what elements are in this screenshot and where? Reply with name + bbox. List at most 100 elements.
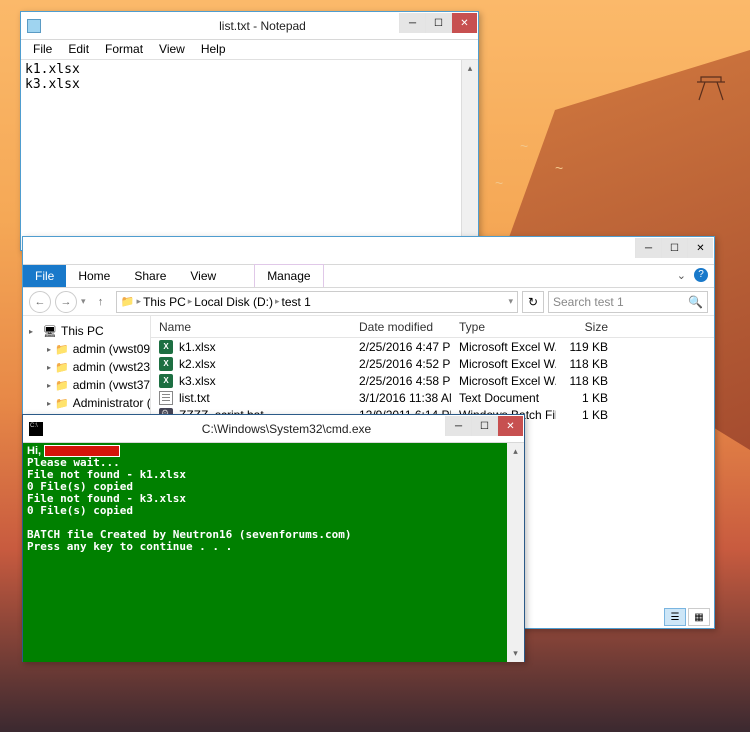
cmd-scrollbar[interactable]: ▴ ▾ (507, 443, 524, 662)
tree-label: admin (vwst23) (73, 360, 151, 374)
cmd-icon (29, 422, 43, 436)
tree-expand-icon[interactable]: ▸ (47, 363, 51, 372)
view-icons-button[interactable]: ▦ (688, 608, 710, 626)
column-headers: Name Date modified Type Size (151, 316, 714, 338)
minimize-button[interactable]: ─ (399, 13, 425, 33)
maximize-button[interactable]: ☐ (661, 238, 687, 258)
col-type[interactable]: Type (451, 316, 556, 337)
file-size: 1 KB (556, 391, 616, 405)
up-button[interactable]: ↑ (90, 291, 112, 313)
tab-home[interactable]: Home (66, 265, 122, 287)
excel-icon (159, 357, 173, 371)
search-placeholder: Search test 1 (553, 295, 624, 309)
tree-expand-icon[interactable]: ▸ (47, 399, 51, 408)
file-type: Text Document (451, 391, 556, 405)
maximize-button[interactable]: ☐ (425, 13, 451, 33)
cmd-titlebar[interactable]: C:\Windows\System32\cmd.exe ─ ☐ ✕ (23, 415, 524, 443)
cmd-output: Hi, Please wait... File not found - k1.x… (23, 443, 524, 555)
breadcrumb-drive[interactable]: Local Disk (D:) (194, 295, 273, 309)
notepad-menubar: File Edit Format View Help (21, 40, 478, 60)
menu-help[interactable]: Help (193, 40, 234, 59)
tree-expand-icon[interactable]: ▸ (47, 381, 51, 390)
pc-icon (43, 324, 57, 338)
tab-share[interactable]: Share (122, 265, 178, 287)
close-button[interactable]: ✕ (451, 13, 477, 33)
col-date[interactable]: Date modified (351, 316, 451, 337)
search-input[interactable]: Search test 1 🔍 (548, 291, 708, 313)
maximize-button[interactable]: ☐ (471, 416, 497, 436)
menu-edit[interactable]: Edit (60, 40, 97, 59)
cmd-window: C:\Windows\System32\cmd.exe ─ ☐ ✕ Hi, Pl… (22, 414, 525, 662)
file-row[interactable]: list.txt 3/1/2016 11:38 AMText Document1 … (151, 389, 714, 406)
file-name: list.txt (179, 391, 210, 405)
refresh-button[interactable]: ↻ (522, 291, 544, 313)
help-icon[interactable]: ? (694, 268, 708, 282)
redacted-block (44, 445, 120, 457)
col-size[interactable]: Size (556, 316, 616, 337)
address-bar[interactable]: ▸ This PC ▸ Local Disk (D:) ▸ test 1 ▾ (116, 291, 518, 313)
bird-graphic: ~ (520, 138, 528, 154)
notepad-titlebar[interactable]: list.txt - Notepad ─ ☐ ✕ (21, 12, 478, 40)
breadcrumb-this-pc[interactable]: This PC (143, 295, 186, 309)
search-icon: 🔍 (688, 295, 703, 309)
menu-view[interactable]: View (151, 40, 193, 59)
folder-icon (55, 378, 69, 392)
minimize-button[interactable]: ─ (635, 238, 661, 258)
tree-node[interactable]: ▸ admin (vwst23) (47, 358, 150, 376)
bird-graphic: ~ (495, 175, 503, 191)
tree-label: admin (vwst37) (73, 378, 151, 392)
file-row[interactable]: k2.xlsx2/25/2016 4:52 PMMicrosoft Excel … (151, 355, 714, 372)
file-name: k1.xlsx (179, 340, 216, 354)
file-date: 3/1/2016 11:38 AM (351, 391, 451, 405)
scroll-up-icon[interactable]: ▴ (462, 60, 478, 77)
close-button[interactable]: ✕ (497, 416, 523, 436)
back-button[interactable]: ← (29, 291, 51, 313)
chevron-right-icon[interactable]: ▸ (188, 296, 193, 307)
tab-view[interactable]: View (178, 265, 228, 287)
file-size: 118 KB (556, 357, 616, 371)
close-button[interactable]: ✕ (687, 238, 713, 258)
folder-icon (55, 342, 69, 356)
explorer-titlebar[interactable]: ─ ☐ ✕ (23, 237, 714, 265)
folder-icon (121, 295, 135, 309)
history-chevron-icon[interactable]: ▾ (81, 296, 86, 307)
notepad-scrollbar[interactable]: ▴ ▾ (461, 60, 478, 250)
tree-this-pc[interactable]: ▸ This PC (29, 322, 150, 340)
tab-manage[interactable]: Manage (254, 264, 323, 287)
file-type: Microsoft Excel W... (451, 340, 556, 354)
tab-file[interactable]: File (23, 265, 66, 287)
excel-icon (159, 340, 173, 354)
breadcrumb-folder[interactable]: test 1 (282, 295, 311, 309)
chevron-right-icon[interactable]: ▸ (137, 296, 142, 307)
scroll-down-icon[interactable]: ▾ (507, 645, 524, 662)
file-row[interactable]: k3.xlsx2/25/2016 4:58 PMMicrosoft Excel … (151, 372, 714, 389)
notepad-editor[interactable] (21, 60, 461, 250)
chevron-down-icon[interactable]: ▾ (508, 296, 513, 307)
col-name[interactable]: Name (151, 316, 351, 337)
tree-expand-icon[interactable]: ▸ (29, 327, 39, 336)
explorer-status: ☰ ▦ (664, 608, 710, 626)
ribbon-expand-icon[interactable]: ⌄ (677, 269, 686, 282)
explorer-navbar: ← → ▾ ↑ ▸ This PC ▸ Local Disk (D:) ▸ te… (23, 288, 714, 316)
tree-node[interactable]: ▸admin (vwst09) (47, 340, 150, 358)
menu-format[interactable]: Format (97, 40, 151, 59)
tree-expand-icon[interactable]: ▸ (47, 345, 51, 354)
file-size: 119 KB (556, 340, 616, 354)
scroll-up-icon[interactable]: ▴ (507, 443, 524, 460)
excel-icon (159, 374, 173, 388)
tree-node[interactable]: ▸Administrator (v (47, 394, 150, 412)
watchtower-graphic (690, 72, 732, 102)
menu-file[interactable]: File (25, 40, 60, 59)
file-date: 2/25/2016 4:58 PM (351, 374, 451, 388)
file-name: k2.xlsx (179, 357, 216, 371)
forward-button[interactable]: → (55, 291, 77, 313)
file-size: 118 KB (556, 374, 616, 388)
chevron-right-icon[interactable]: ▸ (275, 296, 280, 307)
view-details-button[interactable]: ☰ (664, 608, 686, 626)
cmd-console[interactable]: Hi, Please wait... File not found - k1.x… (23, 443, 524, 662)
file-date: 2/25/2016 4:52 PM (351, 357, 451, 371)
file-row[interactable]: k1.xlsx2/25/2016 4:47 PMMicrosoft Excel … (151, 338, 714, 355)
file-type: Microsoft Excel W... (451, 374, 556, 388)
tree-node[interactable]: ▸ admin (vwst37) (47, 376, 150, 394)
minimize-button[interactable]: ─ (445, 416, 471, 436)
